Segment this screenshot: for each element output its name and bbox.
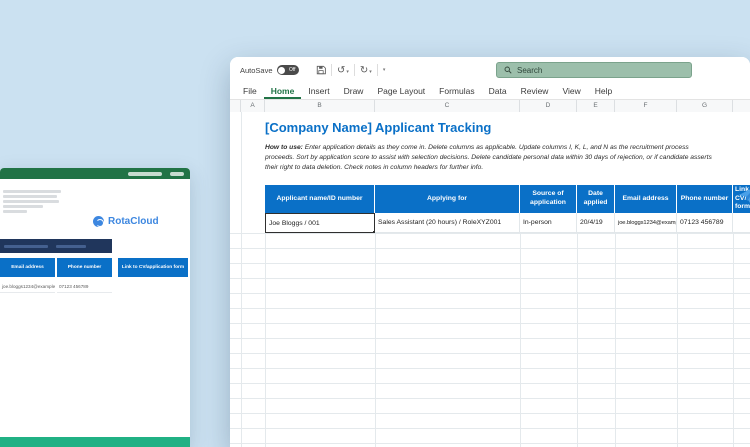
select-all-corner[interactable]: [230, 100, 241, 112]
tab-file[interactable]: File: [236, 83, 264, 99]
chevron-down-icon: ▾: [346, 69, 349, 76]
autosave-state-label: Off: [289, 65, 296, 75]
column-header-c[interactable]: C: [375, 100, 520, 112]
column-header-d[interactable]: D: [520, 100, 577, 112]
column-header-a[interactable]: A: [241, 100, 265, 112]
back-cell-email[interactable]: joe.bloggs1234@example.com: [0, 281, 55, 293]
customize-toolbar-button[interactable]: ▾: [383, 67, 386, 74]
search-icon: [504, 66, 512, 74]
redo-icon: ↻: [360, 65, 368, 76]
excel-titlebar: AutoSave Off ↺▾ ↻▾: [230, 57, 750, 83]
cell-applying-for[interactable]: Sales Assistant (20 hours) / RoleXYZ001: [375, 213, 520, 233]
instructions-label: How to use:: [265, 144, 303, 151]
table-row: Joe Bloggs / 001 Sales Assistant (20 hou…: [230, 213, 750, 233]
autosave-switch[interactable]: Off: [277, 65, 299, 75]
tab-formulas[interactable]: Formulas: [432, 83, 481, 99]
gridline: [520, 233, 521, 447]
back-header-cv-link[interactable]: Link to CV/application form: [118, 258, 188, 277]
toolbar-separator: [331, 64, 332, 76]
back-window-titlebar: [0, 168, 190, 179]
undo-icon: ↺: [337, 65, 345, 76]
decorative-paper-plane-icon: [737, 184, 750, 206]
column-header-b[interactable]: B: [265, 100, 375, 112]
save-button[interactable]: [316, 65, 326, 75]
autosave-label: AutoSave: [240, 66, 273, 75]
rotacloud-logo: RotaCloud: [93, 216, 159, 227]
cell-cv-link[interactable]: [733, 213, 750, 233]
save-icon: [316, 65, 326, 75]
search-placeholder: Search: [517, 66, 542, 75]
excel-window: AutoSave Off ↺▾ ↻▾: [230, 57, 750, 447]
header-source[interactable]: Source of application: [520, 185, 577, 213]
gridline: [677, 233, 678, 447]
cell-source[interactable]: In-person: [520, 213, 577, 233]
undo-button[interactable]: ↺▾: [337, 65, 349, 76]
tab-review[interactable]: Review: [514, 83, 556, 99]
gridline: [577, 233, 578, 447]
back-header-phone[interactable]: Phone number: [57, 258, 112, 277]
header-email[interactable]: Email address: [615, 185, 677, 213]
gridline: [265, 233, 266, 447]
cell-email[interactable]: joe.bloggs1234@example.com: [615, 213, 677, 233]
desktop-background: RotaCloud Email address Phone number Lin…: [0, 0, 750, 447]
header-date-applied[interactable]: Date applied: [577, 185, 615, 213]
titlebar-text-placeholder: [170, 172, 184, 176]
cell-applicant-name[interactable]: Joe Bloggs / 001: [265, 213, 375, 233]
autosave-switch-knob: [278, 67, 285, 74]
back-header-email[interactable]: Email address: [0, 258, 55, 277]
tab-home[interactable]: Home: [264, 83, 302, 99]
gridline: [733, 233, 734, 447]
header-applicant-name[interactable]: Applicant name/ID number: [265, 185, 375, 213]
column-header-h[interactable]: [733, 100, 750, 112]
tab-insert[interactable]: Insert: [301, 83, 336, 99]
autosave-toggle[interactable]: AutoSave Off: [240, 57, 299, 83]
tab-page-layout[interactable]: Page Layout: [370, 83, 432, 99]
cell-phone[interactable]: 07123 456789: [677, 213, 733, 233]
titlebar-text-placeholder: [128, 172, 162, 176]
rotacloud-logo-text: RotaCloud: [108, 216, 159, 227]
back-window-footer-strip: [0, 437, 190, 447]
sheet-instructions: How to use: Enter application details as…: [265, 143, 717, 173]
redo-button[interactable]: ↻▾: [360, 65, 372, 76]
gridline: [375, 233, 376, 447]
back-cell-phone[interactable]: 07123 456789: [57, 281, 112, 293]
gridline: [615, 233, 616, 447]
header-phone[interactable]: Phone number: [677, 185, 733, 213]
tab-view[interactable]: View: [555, 83, 587, 99]
gridline: [241, 112, 242, 447]
back-window-dark-banner: [0, 239, 112, 253]
chevron-down-icon: ▾: [383, 67, 386, 74]
quick-access-toolbar: ↺▾ ↻▾ ▾: [316, 57, 385, 83]
column-header-f[interactable]: F: [615, 100, 677, 112]
header-applying-for[interactable]: Applying for: [375, 185, 520, 213]
column-header-e[interactable]: E: [577, 100, 615, 112]
toolbar-separator: [354, 64, 355, 76]
cell-date-applied[interactable]: 20/4/19: [577, 213, 615, 233]
chevron-down-icon: ▾: [369, 69, 372, 76]
tab-help[interactable]: Help: [588, 83, 619, 99]
search-box[interactable]: Search: [496, 62, 692, 78]
column-header-g[interactable]: G: [677, 100, 733, 112]
toolbar-separator: [377, 64, 378, 76]
rotacloud-logo-icon: [93, 216, 104, 227]
ribbon-tab-bar: File Home Insert Draw Page Layout Formul…: [230, 83, 750, 100]
worksheet[interactable]: [Company Name] Applicant Tracking How to…: [230, 112, 750, 447]
instructions-text: Enter application details as they come i…: [265, 144, 712, 171]
tab-data[interactable]: Data: [482, 83, 514, 99]
sheet-title: [Company Name] Applicant Tracking: [265, 120, 491, 135]
background-spreadsheet-window[interactable]: RotaCloud Email address Phone number Lin…: [0, 168, 190, 447]
fill-handle[interactable]: [373, 231, 375, 233]
tab-draw[interactable]: Draw: [337, 83, 371, 99]
empty-grid-area[interactable]: [230, 233, 750, 447]
